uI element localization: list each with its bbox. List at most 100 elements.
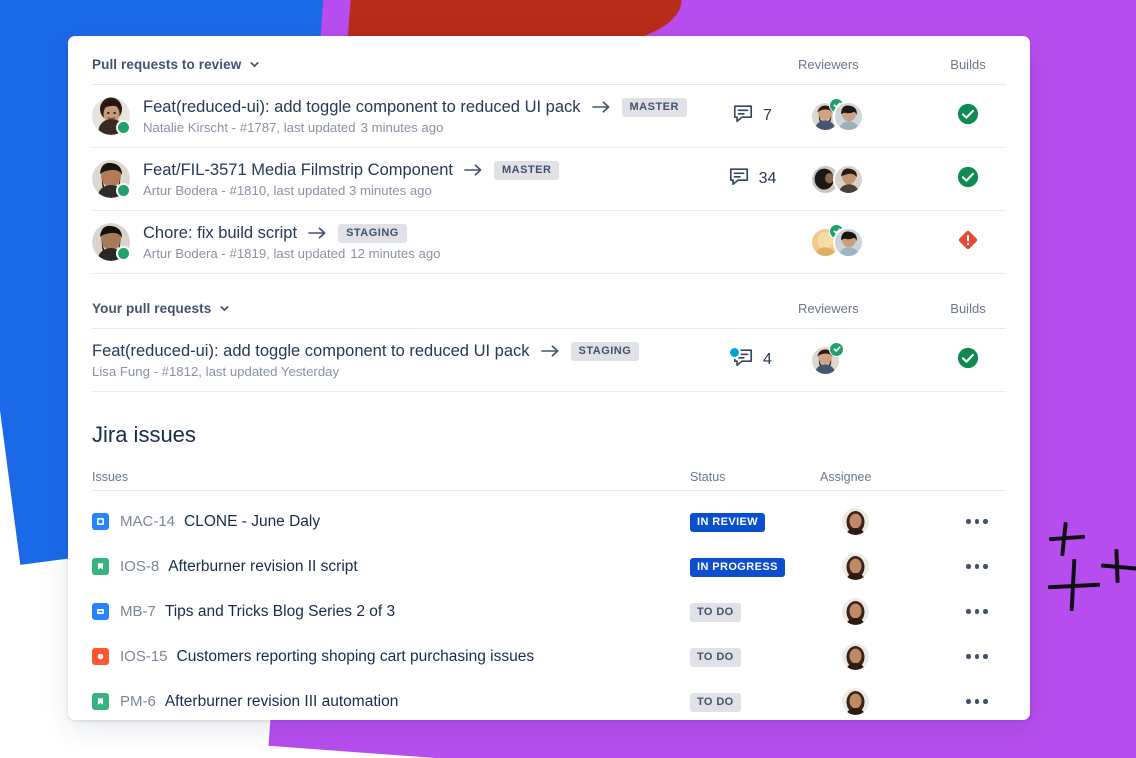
more-horizontal-icon[interactable] <box>948 564 1006 569</box>
pull-request-meta-text: Artur Bodera - #1810, last updated 3 min… <box>143 182 432 198</box>
comment-count-value: 4 <box>763 351 772 368</box>
error-diamond-icon <box>957 229 979 256</box>
presence-online-indicator <box>116 246 131 261</box>
status-cell: IN PROGRESS <box>690 557 820 577</box>
reviewer-avatar[interactable] <box>810 341 844 376</box>
more-horizontal-icon[interactable] <box>948 609 1006 614</box>
column-header-builds: Builds <box>950 300 986 316</box>
pull-request-meta: Artur Bodera - #1810, last updated 3 min… <box>143 183 686 198</box>
pull-request-row[interactable]: Feat/FIL-3571 Media Filmstrip Component … <box>92 148 1006 210</box>
assignee-cell[interactable] <box>820 598 948 625</box>
avatar <box>92 160 131 198</box>
table-row[interactable]: MAC-14 CLONE - June Daly IN REVIEW <box>92 499 1006 544</box>
reviewer-avatar[interactable] <box>833 163 864 195</box>
avatar <box>842 688 869 715</box>
column-header-issues: Issues <box>92 470 129 484</box>
pull-request-title[interactable]: Feat(reduced-ui): add toggle component t… <box>143 98 581 117</box>
reviewers-list <box>800 163 930 195</box>
arrow-right-icon <box>464 163 483 177</box>
cross-mark-icon <box>1100 548 1136 586</box>
cross-mark-icon <box>1048 520 1088 560</box>
more-horizontal-icon[interactable] <box>948 654 1006 659</box>
column-header-reviewers: Reviewers <box>798 300 859 316</box>
task-icon <box>92 513 109 530</box>
reviewers-list <box>800 223 930 258</box>
more-horizontal-icon[interactable] <box>948 699 1006 704</box>
assignee-cell[interactable] <box>820 553 948 580</box>
check-circle-icon <box>957 347 979 374</box>
table-row[interactable]: MB-7 Tips and Tricks Blog Series 2 of 3 … <box>92 589 1006 634</box>
pull-request-meta: Artur Bodera - #1819, last updated 12 min… <box>143 246 686 261</box>
issue-summary[interactable]: Afterburner revision II script <box>168 558 358 576</box>
pull-request-row[interactable]: Feat(reduced-ui): add toggle component t… <box>92 85 1006 147</box>
build-status[interactable] <box>930 166 1006 193</box>
status-badge: TO DO <box>690 692 741 712</box>
issues-table-header: Issues Status Assignee <box>92 454 1006 484</box>
issue-key[interactable]: PM-6 <box>120 693 156 710</box>
unread-badge <box>728 346 742 359</box>
pull-request-row[interactable]: Chore: fix build script STAGING Artur Bo… <box>92 211 1006 273</box>
assignee-cell[interactable] <box>820 643 948 670</box>
issue-key[interactable]: IOS-8 <box>120 558 159 575</box>
pull-request-row[interactable]: Feat(reduced-ui): add toggle component t… <box>92 329 1006 391</box>
dashboard-card: Pull requests to review Reviewers Builds <box>68 36 1030 720</box>
table-row[interactable]: IOS-8 Afterburner revision II script IN … <box>92 544 1006 589</box>
comment-count: 7 <box>686 103 818 129</box>
assignee-cell[interactable] <box>820 688 948 715</box>
pull-request-meta: Lisa Fung - #1812, last updated Yesterda… <box>92 364 686 379</box>
table-row[interactable]: PM-6 Afterburner revision III automation… <box>92 679 1006 720</box>
pull-request-title[interactable]: Chore: fix build script <box>143 224 297 243</box>
cross-mark-icon <box>1046 558 1102 614</box>
reviewers-list <box>800 341 930 376</box>
check-circle-icon <box>957 166 979 193</box>
issue-summary[interactable]: CLONE - June Daly <box>184 513 320 531</box>
avatar <box>842 643 869 670</box>
comment-count: 34 <box>686 166 818 192</box>
assignee-cell[interactable] <box>820 508 948 535</box>
issue-summary[interactable]: Afterburner revision III automation <box>165 693 398 711</box>
check-circle-icon <box>957 103 979 130</box>
pull-request-updated: 3 minutes ago <box>360 119 444 135</box>
issue-key[interactable]: MB-7 <box>120 603 156 620</box>
arrow-right-icon <box>540 344 560 358</box>
column-header-builds: Builds <box>950 56 986 72</box>
reviewers-list <box>800 97 930 132</box>
section-title: Your pull requests <box>92 300 212 316</box>
section-title: Pull requests to review <box>92 56 242 72</box>
arrow-right-icon <box>308 226 327 240</box>
issue-key[interactable]: MAC-14 <box>120 513 175 530</box>
status-badge: TO DO <box>690 647 741 667</box>
build-status[interactable] <box>930 347 1006 374</box>
status-badge: TO DO <box>690 602 741 622</box>
reviewer-avatar[interactable] <box>833 226 864 258</box>
branch-badge: STAGING <box>338 223 407 243</box>
column-header-assignee: Assignee <box>820 470 872 484</box>
build-status[interactable] <box>930 229 1006 256</box>
pull-request-title[interactable]: Feat(reduced-ui): add toggle component t… <box>92 342 530 361</box>
pull-request-title[interactable]: Feat/FIL-3571 Media Filmstrip Component <box>143 161 453 180</box>
status-cell: TO DO <box>690 602 820 622</box>
issue-summary[interactable]: Customers reporting shoping cart purchas… <box>177 648 535 666</box>
comment-icon <box>732 103 754 129</box>
pull-requests-to-review-header: Pull requests to review Reviewers Builds <box>92 36 1006 84</box>
chevron-down-icon[interactable] <box>248 58 261 71</box>
build-status[interactable] <box>930 103 1006 130</box>
table-row[interactable]: IOS-15 Customers reporting shoping cart … <box>92 634 1006 679</box>
bug-icon <box>92 648 109 665</box>
issue-summary[interactable]: Tips and Tricks Blog Series 2 of 3 <box>165 603 395 621</box>
pull-request-meta-text: Artur Bodera - #1819, last updated <box>143 245 346 261</box>
more-horizontal-icon[interactable] <box>948 519 1006 524</box>
avatar <box>842 508 869 535</box>
avatar <box>842 598 869 625</box>
chevron-down-icon[interactable] <box>218 302 231 315</box>
branch-badge: MASTER <box>621 97 687 117</box>
subtask-icon <box>92 603 109 620</box>
story-icon <box>92 693 109 710</box>
avatar <box>92 223 131 261</box>
column-header-status: Status <box>690 470 726 484</box>
avatar <box>842 553 869 580</box>
reviewer-avatar[interactable] <box>833 100 864 132</box>
screenshot-root: Pull requests to review Reviewers Builds <box>0 0 1136 758</box>
issue-key[interactable]: IOS-15 <box>120 648 168 665</box>
status-badge: IN REVIEW <box>690 512 766 532</box>
